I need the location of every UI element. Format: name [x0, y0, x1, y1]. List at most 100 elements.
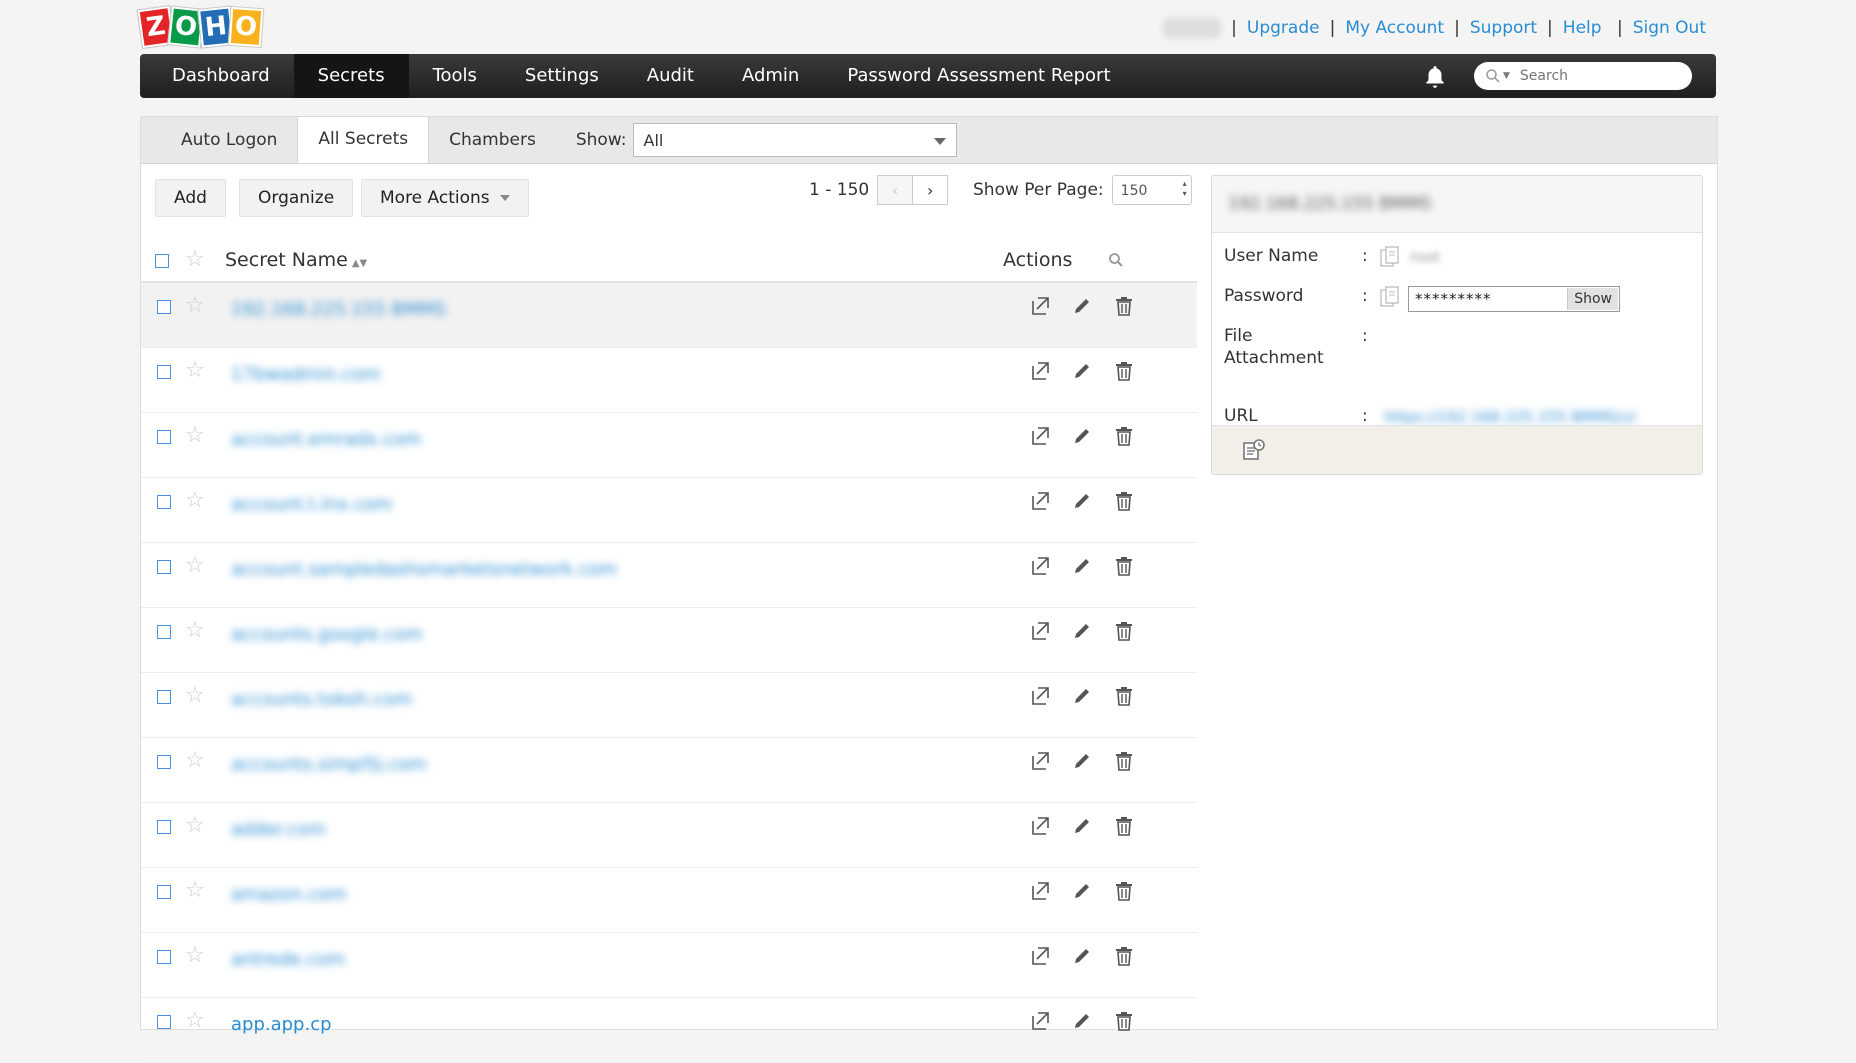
chevron-down-icon[interactable]: ▼: [1503, 71, 1510, 81]
open-connection-icon[interactable]: [1029, 490, 1051, 512]
delete-icon[interactable]: [1113, 880, 1135, 902]
edit-icon[interactable]: [1071, 620, 1093, 642]
table-row[interactable]: ☆ account.sampledashsmarketsnetwork.com: [141, 543, 1197, 608]
tab-chambers[interactable]: Chambers: [429, 118, 556, 163]
delete-icon[interactable]: [1113, 555, 1135, 577]
copy-icon[interactable]: [1380, 286, 1400, 308]
per-page-select[interactable]: 150: [1111, 175, 1192, 205]
table-row[interactable]: ☆ account.emradx.com: [141, 413, 1197, 478]
secret-name-link[interactable]: account.t.lnx.com: [231, 494, 392, 515]
delete-icon[interactable]: [1113, 620, 1135, 642]
secret-name-link[interactable]: adder.com: [231, 819, 326, 840]
star-icon[interactable]: ☆: [185, 945, 205, 967]
tab-auto-logon[interactable]: Auto Logon: [161, 118, 297, 163]
row-checkbox[interactable]: [157, 430, 171, 444]
star-icon[interactable]: ☆: [185, 295, 205, 317]
next-page-button[interactable]: ›: [912, 175, 949, 205]
table-row[interactable]: ☆ antrede.com: [141, 933, 1197, 998]
search-icon[interactable]: [1484, 67, 1502, 85]
global-search[interactable]: ▼: [1474, 62, 1692, 90]
star-icon[interactable]: ☆: [185, 815, 205, 837]
open-connection-icon[interactable]: [1029, 295, 1051, 317]
row-checkbox[interactable]: [157, 755, 171, 769]
table-row[interactable]: ☆ accounts.google.com: [141, 608, 1197, 673]
table-row[interactable]: ☆ accounts.simpl5j.com: [141, 738, 1197, 803]
table-row[interactable]: ☆ app.app.cp: [141, 998, 1197, 1063]
secret-name-link[interactable]: app.app.cp: [231, 1014, 332, 1035]
open-connection-icon[interactable]: [1029, 360, 1051, 382]
star-icon[interactable]: ☆: [185, 555, 205, 577]
delete-icon[interactable]: [1113, 425, 1135, 447]
star-icon[interactable]: ☆: [185, 425, 205, 447]
table-row[interactable]: ☆ 17bwadmin.com: [141, 348, 1197, 413]
edit-icon[interactable]: [1071, 425, 1093, 447]
row-checkbox[interactable]: [157, 690, 171, 704]
star-icon[interactable]: ☆: [185, 1010, 205, 1032]
table-row[interactable]: ☆ account.t.lnx.com: [141, 478, 1197, 543]
star-icon[interactable]: ☆: [185, 750, 205, 772]
open-connection-icon[interactable]: [1029, 880, 1051, 902]
secret-name-link[interactable]: accounts.simpl5j.com: [231, 754, 427, 775]
star-icon[interactable]: ☆: [185, 685, 205, 707]
delete-icon[interactable]: [1113, 360, 1135, 382]
history-icon[interactable]: [1242, 438, 1266, 462]
open-connection-icon[interactable]: [1029, 620, 1051, 642]
star-icon[interactable]: ☆: [185, 360, 205, 382]
secret-name-link[interactable]: 192.168.225.155 BMMS: [231, 299, 446, 320]
secret-name-link[interactable]: antrede.com: [231, 949, 345, 970]
tab-all-secrets[interactable]: All Secrets: [297, 116, 430, 163]
nav-audit[interactable]: Audit: [623, 54, 718, 98]
secret-name-link[interactable]: amazon.com: [231, 884, 347, 905]
nav-dashboard[interactable]: Dashboard: [140, 54, 294, 98]
row-checkbox[interactable]: [157, 365, 171, 379]
nav-secrets[interactable]: Secrets: [293, 54, 409, 98]
nav-tools[interactable]: Tools: [409, 54, 501, 98]
open-connection-icon[interactable]: [1029, 1010, 1051, 1032]
star-icon[interactable]: ☆: [185, 620, 205, 642]
table-row[interactable]: ☆ adder.com: [141, 803, 1197, 868]
my-account-link[interactable]: My Account: [1345, 18, 1444, 38]
upgrade-link[interactable]: Upgrade: [1247, 18, 1320, 38]
secret-name-header[interactable]: Secret Name ▲▼: [225, 249, 367, 271]
nav-admin[interactable]: Admin: [718, 54, 823, 98]
star-icon[interactable]: ☆: [185, 880, 205, 902]
row-checkbox[interactable]: [157, 625, 171, 639]
row-checkbox[interactable]: [157, 885, 171, 899]
help-link[interactable]: Help: [1563, 18, 1602, 38]
open-connection-icon[interactable]: [1029, 685, 1051, 707]
edit-icon[interactable]: [1071, 880, 1093, 902]
bell-icon[interactable]: [1422, 64, 1448, 90]
show-filter-select[interactable]: All: [632, 123, 957, 157]
secret-name-link[interactable]: 17bwadmin.com: [231, 364, 381, 385]
row-checkbox[interactable]: [157, 300, 171, 314]
star-icon[interactable]: ☆: [185, 490, 205, 512]
secret-name-link[interactable]: accounts.tokoh.com: [231, 689, 412, 710]
table-row[interactable]: ☆ amazon.com: [141, 868, 1197, 933]
edit-icon[interactable]: [1071, 685, 1093, 707]
edit-icon[interactable]: [1071, 945, 1093, 967]
row-checkbox[interactable]: [157, 950, 171, 964]
copy-icon[interactable]: [1380, 246, 1400, 268]
zoho-logo[interactable]: Z O H O: [137, 5, 264, 49]
nav-password-assessment-report[interactable]: Password Assessment Report: [823, 54, 1134, 98]
row-checkbox[interactable]: [157, 820, 171, 834]
star-icon[interactable]: ☆: [185, 249, 205, 271]
delete-icon[interactable]: [1113, 750, 1135, 772]
edit-icon[interactable]: [1071, 1010, 1093, 1032]
organize-button[interactable]: Organize: [239, 179, 354, 217]
edit-icon[interactable]: [1071, 750, 1093, 772]
more-actions-button[interactable]: More Actions: [361, 179, 529, 217]
prev-page-button[interactable]: ‹: [877, 175, 914, 205]
select-all-checkbox[interactable]: [155, 254, 169, 268]
open-connection-icon[interactable]: [1029, 555, 1051, 577]
table-row[interactable]: ☆ 192.168.225.155 BMMS: [141, 283, 1197, 348]
open-connection-icon[interactable]: [1029, 945, 1051, 967]
edit-icon[interactable]: [1071, 815, 1093, 837]
edit-icon[interactable]: [1071, 295, 1093, 317]
delete-icon[interactable]: [1113, 1010, 1135, 1032]
delete-icon[interactable]: [1113, 490, 1135, 512]
delete-icon[interactable]: [1113, 815, 1135, 837]
edit-icon[interactable]: [1071, 555, 1093, 577]
table-row[interactable]: ☆ accounts.tokoh.com: [141, 673, 1197, 738]
support-link[interactable]: Support: [1470, 18, 1537, 38]
